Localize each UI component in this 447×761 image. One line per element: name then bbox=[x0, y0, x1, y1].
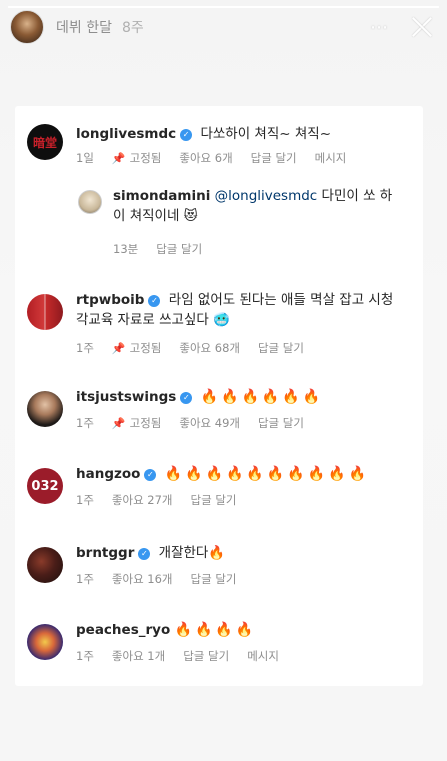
comment-username[interactable]: longlivesmdc bbox=[76, 126, 176, 142]
pinned-label: 고정됨 bbox=[129, 416, 162, 430]
story-header: 데뷔 한달 8주 ⋯ bbox=[10, 10, 437, 44]
comment-body: 다민이 쏘 하 bbox=[321, 188, 393, 204]
comment-body: 🔥🔥🔥🔥🔥🔥🔥🔥🔥🔥 bbox=[164, 466, 370, 482]
mention-link[interactable]: @longlivesmdc bbox=[215, 188, 318, 204]
comment-time: 1주 bbox=[76, 649, 94, 663]
likes-count[interactable]: 좋아요 27개 bbox=[112, 492, 173, 508]
pin-icon: 📌 bbox=[111, 416, 126, 430]
story-username[interactable]: 데뷔 한달 bbox=[56, 17, 112, 37]
comment-time: 1주 bbox=[76, 341, 94, 355]
pin-icon: 📌 bbox=[111, 341, 126, 355]
likes-count[interactable]: 좋아요 49개 bbox=[179, 415, 240, 431]
reply-button[interactable]: 답글 달기 bbox=[156, 241, 202, 257]
comment-username[interactable]: simondamini bbox=[113, 188, 210, 204]
more-options-icon[interactable]: ⋯ bbox=[370, 17, 389, 38]
reply-button[interactable]: 답글 달기 bbox=[258, 340, 304, 356]
comment-text-line-1: rtpwboib ✓ 라임 없어도 된다는 애들 멱살 잡고 시청 bbox=[76, 290, 393, 310]
story-progress-bar bbox=[8, 6, 439, 8]
comment-meta: 1일 📌 고정됨 좋아요 6개 답글 달기 메시지 bbox=[76, 150, 364, 166]
reply-button[interactable]: 답글 달기 bbox=[191, 492, 237, 508]
likes-count[interactable]: 좋아요 16개 bbox=[112, 571, 173, 587]
comment-body: 라임 없어도 된다는 애들 멱살 잡고 시청 bbox=[168, 292, 394, 308]
reply-text-line-1: simondamini @longlivesmdc 다민이 쏘 하 bbox=[113, 186, 392, 206]
message-button[interactable]: 메시지 bbox=[315, 150, 347, 166]
comment-text-line-2: 각교육 자료로 쓰고싶다 🥶 bbox=[76, 312, 230, 328]
comment-text: hangzoo ✓ 🔥🔥🔥🔥🔥🔥🔥🔥🔥🔥 bbox=[76, 464, 369, 484]
story-avatar[interactable] bbox=[10, 10, 44, 44]
comment-meta: 1주 📌 고정됨 좋아요 68개 답글 달기 bbox=[76, 340, 322, 356]
comment-username[interactable]: peaches_ryo bbox=[76, 622, 170, 638]
reply-button[interactable]: 답글 달기 bbox=[183, 648, 229, 664]
comment-body: 🔥🔥🔥🔥🔥🔥 bbox=[200, 389, 324, 405]
reply-text-line-2: 이 쳐직이네 😻 bbox=[113, 208, 198, 224]
avatar-hangzoo[interactable]: 032 bbox=[27, 468, 63, 504]
pinned-label: 고정됨 bbox=[129, 151, 162, 165]
comment-body: 다쏘하이 쳐직~ 쳐직~ bbox=[200, 126, 332, 142]
avatar-peaches-ryo[interactable] bbox=[27, 624, 63, 660]
comment-time: 1주 bbox=[76, 416, 94, 430]
comment-time: 13분 bbox=[113, 242, 139, 256]
comment-body: 개잘한다🔥 bbox=[158, 545, 226, 561]
story-time: 8주 bbox=[121, 20, 144, 36]
comment-text: brntggr ✓ 개잘한다🔥 bbox=[76, 543, 225, 563]
comment-body: 🔥🔥🔥🔥 bbox=[174, 622, 257, 638]
reply-button[interactable]: 답글 달기 bbox=[258, 415, 304, 431]
comment-time: 1주 bbox=[76, 572, 94, 586]
avatar-brntggr[interactable] bbox=[27, 547, 63, 583]
verified-badge-icon: ✓ bbox=[138, 548, 151, 560]
comment-meta: 1주 좋아요 27개 답글 달기 bbox=[76, 492, 255, 508]
avatar-itsjustswings[interactable] bbox=[27, 391, 63, 427]
comment-username[interactable]: itsjustswings bbox=[76, 389, 176, 405]
comment-meta: 1주 좋아요 1개 답글 달기 메시지 bbox=[76, 648, 297, 664]
pin-icon: 📌 bbox=[111, 151, 126, 165]
comment-text: longlivesmdc ✓ 다쏘하이 쳐직~ 쳐직~ bbox=[76, 124, 331, 144]
avatar-rtpwboib[interactable] bbox=[27, 294, 63, 330]
comment-meta: 1주 📌 고정됨 좋아요 49개 답글 달기 bbox=[76, 415, 322, 431]
comment-text: itsjustswings ✓ 🔥🔥🔥🔥🔥🔥 bbox=[76, 387, 323, 407]
verified-badge-icon: ✓ bbox=[180, 129, 193, 141]
likes-count[interactable]: 좋아요 6개 bbox=[179, 150, 232, 166]
verified-badge-icon: ✓ bbox=[148, 295, 161, 307]
story-progress-fill bbox=[8, 6, 439, 8]
comment-username[interactable]: rtpwboib bbox=[76, 292, 144, 308]
comment-time: 1주 bbox=[76, 493, 94, 507]
verified-badge-icon: ✓ bbox=[144, 469, 157, 481]
message-button[interactable]: 메시지 bbox=[247, 648, 279, 664]
avatar-longlivesmdc[interactable]: 暗堂 bbox=[27, 124, 63, 160]
comment-meta: 13분 답글 달기 bbox=[113, 241, 220, 257]
verified-badge-icon: ✓ bbox=[180, 392, 193, 404]
likes-count[interactable]: 좋아요 1개 bbox=[112, 648, 165, 664]
avatar-logo-text: 暗堂 bbox=[32, 135, 57, 150]
comment-meta: 1주 좋아요 16개 답글 달기 bbox=[76, 571, 255, 587]
comment-username[interactable]: brntggr bbox=[76, 545, 134, 561]
comments-card: 暗堂 longlivesmdc ✓ 다쏘하이 쳐직~ 쳐직~ 1일 📌 고정됨 좋… bbox=[15, 106, 423, 686]
avatar-logo-text: 032 bbox=[31, 478, 59, 494]
reply-button[interactable]: 답글 달기 bbox=[251, 150, 297, 166]
close-icon[interactable] bbox=[411, 16, 433, 38]
comment-username[interactable]: hangzoo bbox=[76, 466, 140, 482]
comment-text: peaches_ryo 🔥🔥🔥🔥 bbox=[76, 620, 256, 640]
pinned-label: 고정됨 bbox=[129, 341, 162, 355]
comment-time: 1일 bbox=[76, 151, 94, 165]
avatar-simondamini[interactable] bbox=[78, 190, 102, 214]
likes-count[interactable]: 좋아요 68개 bbox=[179, 340, 240, 356]
reply-button[interactable]: 답글 달기 bbox=[191, 571, 237, 587]
